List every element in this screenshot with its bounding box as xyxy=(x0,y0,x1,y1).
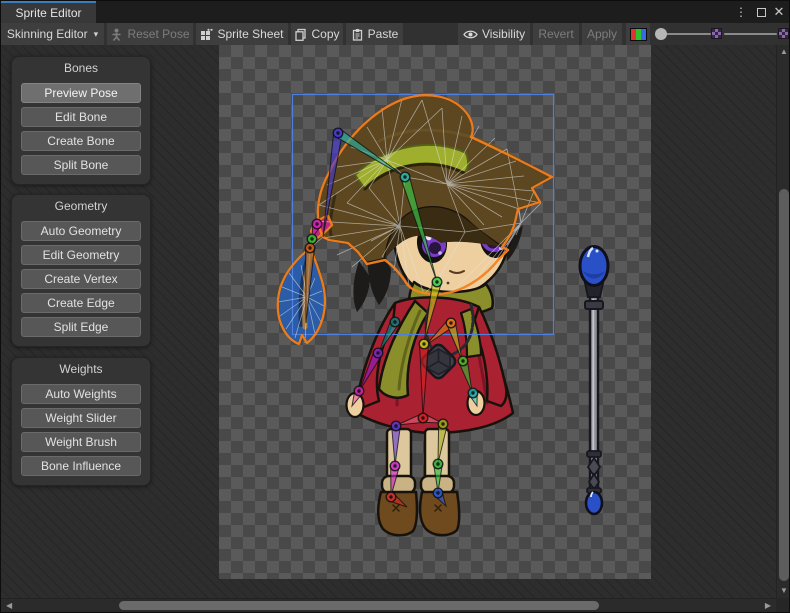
visibility-label: Visibility xyxy=(482,27,525,41)
bone-joint-pivot xyxy=(449,321,452,324)
sprite-canvas-svg[interactable] xyxy=(219,45,651,579)
reset-pose-icon xyxy=(110,28,123,41)
tab-sprite-editor[interactable]: Sprite Editor xyxy=(1,1,96,23)
vertical-scrollbar-thumb[interactable] xyxy=(779,189,789,581)
paste-icon xyxy=(351,28,364,41)
reset-pose-label: Reset Pose xyxy=(127,27,189,41)
bone-joint-pivot xyxy=(393,320,396,323)
bone-joint-pivot xyxy=(436,491,439,494)
close-icon[interactable]: ✕ xyxy=(771,4,787,20)
button-create-bone[interactable]: Create Bone xyxy=(21,131,141,151)
bone-joint-pivot xyxy=(357,389,360,392)
opacity-slider-zone xyxy=(654,23,790,45)
sprite-sheet-button[interactable]: Sprite Sheet xyxy=(196,23,288,45)
button-edit-geometry[interactable]: Edit Geometry xyxy=(21,245,141,265)
skinning-canvas[interactable]: Bones Preview Pose Edit Bone Create Bone Spl… xyxy=(1,45,790,598)
panel-bones: Bones Preview Pose Edit Bone Create Bone Spl… xyxy=(11,56,151,185)
button-weight-brush[interactable]: Weight Brush xyxy=(21,432,141,452)
bone-joint-pivot xyxy=(315,222,318,225)
bone-joint-pivot xyxy=(376,351,379,354)
window-menu-icon[interactable]: ⋮ xyxy=(733,4,749,20)
bone-joint-pivot xyxy=(422,342,425,345)
sprite-editor-window: Sprite Editor ⋮ ✕ Skinning Editor ▾ Rese… xyxy=(0,0,790,613)
button-preview-pose[interactable]: Preview Pose xyxy=(21,83,141,103)
panel-title-weights: Weights xyxy=(12,358,150,380)
button-create-edge[interactable]: Create Edge xyxy=(21,293,141,313)
tab-strip: Sprite Editor ⋮ ✕ xyxy=(1,1,790,23)
scroll-right-icon[interactable]: ▶ xyxy=(765,602,771,610)
bone-joint-pivot xyxy=(394,424,397,427)
bone-joint-pivot xyxy=(393,464,396,467)
bone-joint-pivot xyxy=(389,495,392,498)
button-bone-influence[interactable]: Bone Influence xyxy=(21,456,141,476)
button-auto-geometry[interactable]: Auto Geometry xyxy=(21,221,141,241)
bone-opacity-slider-track[interactable] xyxy=(724,33,777,35)
skinning-editor-dropdown[interactable]: Skinning Editor ▾ xyxy=(1,23,104,45)
copy-button[interactable]: Copy xyxy=(291,23,343,45)
reset-pose-button[interactable]: Reset Pose xyxy=(107,23,193,45)
bone-joint-pivot xyxy=(336,131,339,134)
panel-title-bones: Bones xyxy=(12,57,150,79)
vertical-scrollbar[interactable]: ▲ ▼ xyxy=(776,45,790,598)
scrollbar-corner xyxy=(776,598,790,612)
alpha-checker-icon-2 xyxy=(778,28,789,39)
staff-sprite xyxy=(580,247,608,515)
visibility-eye-icon xyxy=(463,29,478,40)
revert-button[interactable]: Revert xyxy=(533,23,579,45)
bone-joint-pivot xyxy=(403,175,406,178)
scroll-up-icon[interactable]: ▲ xyxy=(780,48,788,56)
color-channels-button[interactable] xyxy=(626,23,650,45)
button-edit-bone[interactable]: Edit Bone xyxy=(21,107,141,127)
bone-joint-pivot xyxy=(435,280,438,283)
bone-joint-pivot xyxy=(310,237,313,240)
sprite-opacity-slider-track[interactable] xyxy=(662,33,711,35)
opacity-slider-handle[interactable] xyxy=(655,28,667,40)
bone-joint-pivot xyxy=(421,416,424,419)
revert-label: Revert xyxy=(538,27,573,41)
scroll-left-icon[interactable]: ◀ xyxy=(6,602,12,610)
horizontal-scrollbar[interactable]: ◀ ▶ xyxy=(1,598,776,612)
button-split-edge[interactable]: Split Edge xyxy=(21,317,141,337)
chevron-down-icon: ▾ xyxy=(94,29,99,40)
apply-button[interactable]: Apply xyxy=(582,23,622,45)
alpha-checker-icon xyxy=(711,28,722,39)
paste-label: Paste xyxy=(368,27,399,41)
scroll-down-icon[interactable]: ▼ xyxy=(780,587,788,595)
button-split-bone[interactable]: Split Bone xyxy=(21,155,141,175)
rgb-swatch-icon xyxy=(630,28,647,41)
panel-geometry: Geometry Auto Geometry Edit Geometry Create… xyxy=(11,194,151,347)
bone-joint-pivot xyxy=(441,422,444,425)
maximize-icon[interactable] xyxy=(753,4,769,20)
copy-icon xyxy=(294,28,307,41)
horizontal-scrollbar-thumb[interactable] xyxy=(119,601,599,610)
bone-joint-pivot xyxy=(436,462,439,465)
sprite-sheet-icon xyxy=(200,28,213,41)
bone-joint-pivot xyxy=(461,359,464,362)
bone-joint-pivot xyxy=(308,246,311,249)
paste-button[interactable]: Paste xyxy=(346,23,403,45)
button-weight-slider[interactable]: Weight Slider xyxy=(21,408,141,428)
skinning-editor-label: Skinning Editor xyxy=(7,27,88,41)
panel-title-geometry: Geometry xyxy=(12,195,150,217)
tab-title: Sprite Editor xyxy=(15,6,81,20)
character-sprite xyxy=(278,95,552,535)
copy-label: Copy xyxy=(311,27,339,41)
visibility-button[interactable]: Visibility xyxy=(458,23,530,45)
button-auto-weights[interactable]: Auto Weights xyxy=(21,384,141,404)
apply-label: Apply xyxy=(587,27,617,41)
button-create-vertex[interactable]: Create Vertex xyxy=(21,269,141,289)
panel-weights: Weights Auto Weights Weight Slider Weight B… xyxy=(11,357,151,486)
sprite-sheet-label: Sprite Sheet xyxy=(217,27,283,41)
bone-joint-pivot xyxy=(471,391,474,394)
